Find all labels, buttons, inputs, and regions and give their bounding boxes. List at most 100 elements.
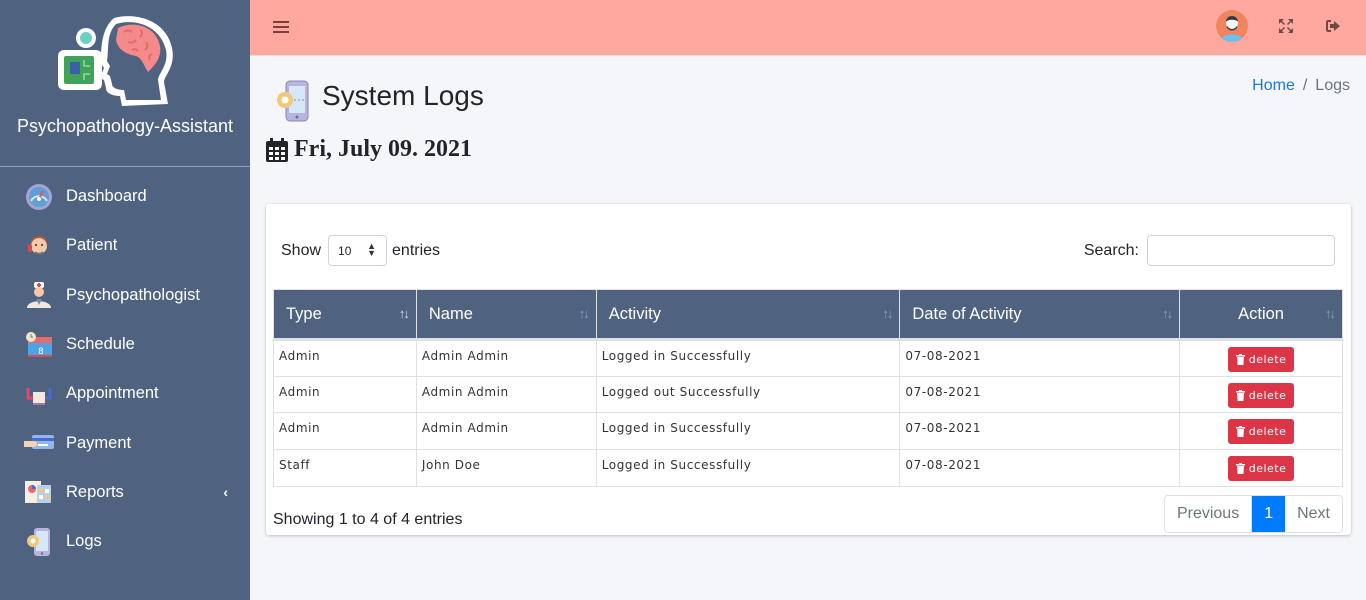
phone-gear-icon (277, 80, 309, 122)
appointment-icon (24, 379, 54, 409)
trash-icon (1235, 426, 1245, 438)
sidebar-item-psychopathologist[interactable]: Psychopathologist (0, 271, 250, 320)
column-header-activity[interactable]: Activity ↑↓ (595, 289, 901, 341)
topbar (250, 0, 1366, 56)
cell-type: Admin (273, 412, 417, 451)
speedometer-icon (24, 182, 54, 212)
trash-icon (1235, 463, 1245, 475)
sidebar-item-payment[interactable]: Payment (0, 418, 250, 467)
select-arrows-icon: ▲ ▼ (367, 241, 377, 258)
calendar-clock-icon: 8 (24, 330, 54, 360)
cell-activity: Logged in Successfully (595, 449, 901, 487)
sidebar-item-dashboard[interactable]: Dashboard (0, 172, 250, 221)
previous-page-button[interactable]: Previous (1165, 496, 1253, 532)
delete-button[interactable]: delete (1227, 347, 1295, 372)
sidebar-item-label: Logs (66, 532, 102, 551)
credit-card-icon (24, 428, 54, 458)
sidebar: Psychopathology-Assistant Dashboard Pati… (0, 0, 250, 600)
chevron-left-icon[interactable]: ‹ (223, 484, 228, 500)
sign-out-icon[interactable] (1325, 18, 1343, 36)
cell-name: Admin Admin (415, 339, 597, 377)
cell-type: Admin (273, 339, 417, 377)
expand-icon[interactable] (1278, 18, 1296, 36)
doctor-icon (24, 280, 54, 310)
table-row: Admin Admin Admin Logged out Successfull… (273, 375, 1343, 414)
sidebar-nav: Dashboard Patient Psychopathologist 8 Sc… (0, 167, 250, 566)
cell-action: delete (1179, 375, 1343, 414)
table-row: Admin Admin Admin Logged in Successfully… (273, 339, 1343, 377)
page-length-select[interactable]: 10 ▲ ▼ (328, 235, 388, 266)
cell-name: Admin Admin (415, 375, 597, 414)
sort-icon: ↑↓ (398, 306, 410, 321)
table-header-row: Type ↑↓ Name ↑↓ Activity ↑↓ Date of Activit… (273, 289, 1343, 341)
sidebar-item-label: Appointment (66, 384, 159, 403)
column-header-type[interactable]: Type ↑↓ (273, 289, 417, 341)
cell-type: Admin (273, 375, 417, 414)
cell-activity: Logged in Successfully (595, 412, 901, 451)
calendar-icon (266, 137, 288, 162)
cell-activity: Logged in Successfully (595, 339, 901, 377)
pagination: Previous 1 Next (1163, 495, 1343, 533)
breadcrumb-separator: / (1302, 77, 1308, 94)
sort-icon: ↑↓ (1325, 306, 1336, 321)
cell-type: Staff (273, 449, 417, 487)
cell-name: John Doe (415, 449, 597, 487)
delete-button[interactable]: delete (1227, 419, 1295, 445)
report-icon (24, 477, 54, 507)
cell-action: delete (1179, 449, 1343, 487)
sidebar-item-reports[interactable]: Reports ‹ (0, 468, 250, 517)
sidebar-item-schedule[interactable]: 8 Schedule (0, 320, 250, 369)
user-avatar-icon[interactable] (1216, 10, 1248, 42)
next-page-button[interactable]: Next (1285, 496, 1342, 532)
sidebar-item-label: Dashboard (66, 187, 147, 206)
page-length-control: Show 10 ▲ ▼ entries (281, 235, 440, 266)
breadcrumb-home-link[interactable]: Home (1252, 77, 1295, 94)
sidebar-item-appointment[interactable]: Appointment (0, 369, 250, 418)
cell-date: 07-08-2021 (899, 449, 1181, 487)
sort-icon: ↑↓ (578, 306, 590, 321)
search-input[interactable] (1147, 235, 1335, 266)
phone-gear-icon (24, 527, 54, 557)
page-title: System Logs (322, 80, 484, 111)
sidebar-item-logs[interactable]: Logs (0, 517, 250, 566)
trash-icon (1235, 389, 1245, 401)
patient-icon (24, 231, 54, 261)
cell-action: delete (1179, 412, 1343, 451)
current-date: Fri, July 09. 2021 (266, 136, 472, 163)
cell-name: Admin Admin (415, 412, 597, 451)
column-header-action[interactable]: Action ↑↓ (1179, 289, 1343, 341)
brain-head-logo-icon (58, 16, 173, 106)
search-control: Search: (1084, 235, 1335, 266)
sidebar-item-label: Patient (66, 236, 118, 255)
svg-text:8: 8 (38, 347, 44, 357)
sort-icon: ↑↓ (1162, 306, 1173, 321)
show-label: Show (281, 241, 322, 259)
brand-name: Psychopathology-Assistant (16, 116, 234, 136)
sidebar-item-label: Schedule (66, 335, 135, 354)
sort-icon: ↑↓ (882, 306, 893, 321)
search-label: Search: (1083, 241, 1139, 259)
logs-card: Show 10 ▲ ▼ entries Search: Type ↑↓ Name ↑↓… (266, 204, 1351, 535)
breadcrumb: Home / Logs (1252, 77, 1350, 95)
column-header-name[interactable]: Name ↑↓ (415, 289, 597, 341)
breadcrumb-current: Logs (1315, 77, 1350, 94)
delete-button[interactable]: delete (1227, 382, 1295, 408)
table-row: Admin Admin Admin Logged in Successfully… (273, 412, 1343, 451)
delete-button[interactable]: delete (1227, 456, 1295, 482)
cell-date: 07-08-2021 (899, 339, 1181, 377)
page-length-value: 10 (338, 243, 352, 258)
sidebar-item-label: Reports (66, 482, 124, 501)
brand[interactable]: Psychopathology-Assistant (0, 0, 250, 167)
hamburger-icon[interactable] (273, 18, 289, 36)
logs-table: Type ↑↓ Name ↑↓ Activity ↑↓ Date of Activit… (273, 289, 1343, 487)
sidebar-item-patient[interactable]: Patient (0, 221, 250, 270)
cell-activity: Logged out Successfully (595, 375, 901, 414)
page-1-button[interactable]: 1 (1252, 496, 1286, 532)
cell-date: 07-08-2021 (899, 412, 1181, 451)
sidebar-item-label: Payment (66, 433, 132, 452)
trash-icon (1235, 354, 1245, 365)
cell-action: delete (1179, 339, 1343, 377)
entries-label: entries (392, 241, 441, 259)
cell-date: 07-08-2021 (899, 375, 1181, 414)
column-header-date[interactable]: Date of Activity ↑↓ (899, 289, 1181, 341)
